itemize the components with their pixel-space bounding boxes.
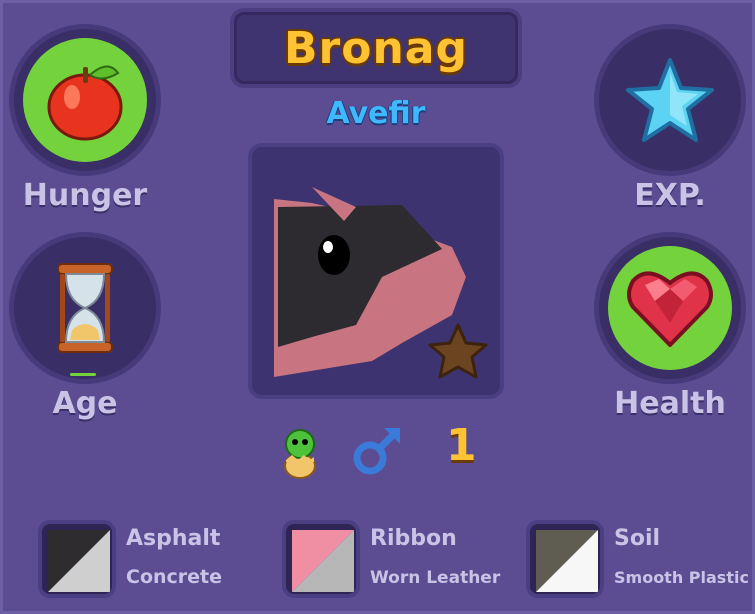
material-secondary: Worn Leather xyxy=(370,568,501,588)
material-primary: Ribbon xyxy=(370,526,457,551)
age-progress-bar xyxy=(70,373,96,376)
hunger-label: Hunger xyxy=(22,178,148,213)
pet-species: Avefir xyxy=(326,96,426,131)
material-swatch xyxy=(526,520,604,598)
name-plate: Bronag xyxy=(230,8,522,88)
hatchling-egg-icon xyxy=(284,429,316,479)
hourglass-icon xyxy=(57,263,113,353)
age-stat[interactable]: Age xyxy=(5,232,165,421)
age-gauge xyxy=(9,232,161,384)
material-swatch xyxy=(38,520,116,598)
exp-fill xyxy=(608,38,732,162)
hunger-stat[interactable]: Hunger xyxy=(5,24,165,213)
hunger-fill xyxy=(23,38,147,162)
health-gauge xyxy=(594,232,746,384)
hunger-gauge xyxy=(9,24,161,176)
material-primary: Soil xyxy=(614,526,661,551)
pet-name: Bronag xyxy=(284,22,468,74)
health-fill xyxy=(608,246,732,370)
material-primary: Asphalt xyxy=(126,526,221,551)
health-stat[interactable]: Health xyxy=(590,232,750,421)
male-icon xyxy=(353,428,400,475)
exp-label: EXP. xyxy=(634,178,706,213)
apple-icon xyxy=(47,65,123,141)
material-swatch xyxy=(282,520,360,598)
pet-model xyxy=(274,187,488,379)
pet-info-row: 1 xyxy=(270,420,490,484)
age-label: Age xyxy=(52,386,118,421)
pet-level: 1 xyxy=(446,420,477,471)
exp-stat[interactable]: EXP. xyxy=(590,24,750,213)
material-secondary: Smooth Plastic xyxy=(614,568,749,587)
age-fill xyxy=(23,246,147,370)
exp-gauge xyxy=(594,24,746,176)
pet-preview[interactable] xyxy=(248,143,504,399)
bronze-star-icon xyxy=(428,323,488,379)
star-icon xyxy=(626,58,714,142)
heart-icon xyxy=(627,271,713,347)
material-secondary: Concrete xyxy=(126,566,223,588)
health-label: Health xyxy=(614,386,726,421)
